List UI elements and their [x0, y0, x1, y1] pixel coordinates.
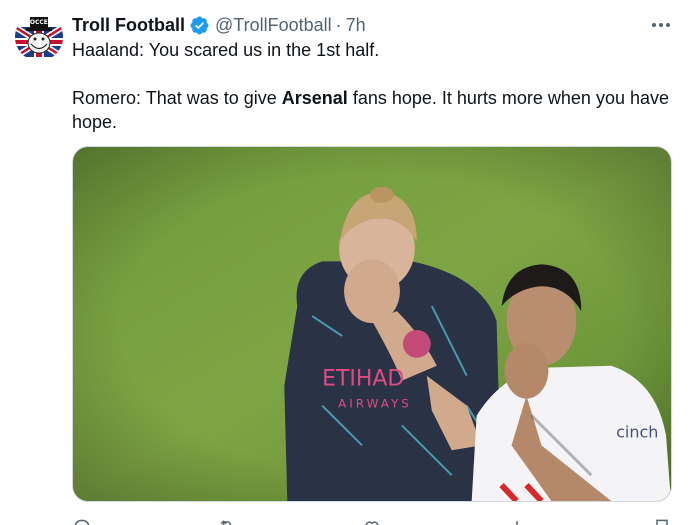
- svg-text:SOCCER: SOCCER: [26, 19, 53, 26]
- tweet[interactable]: SOCCER Troll Football @TrollFootball · 7…: [0, 0, 700, 525]
- bookmark-button[interactable]: [652, 512, 672, 525]
- tweet-photo[interactable]: ETIHAD AIRWAYS cinch: [72, 146, 672, 502]
- like-button[interactable]: [362, 512, 382, 525]
- svg-text:cinch: cinch: [616, 422, 658, 441]
- retweet-icon: [220, 520, 232, 525]
- more-options-icon[interactable]: [650, 15, 672, 35]
- author-name[interactable]: Troll Football: [72, 15, 185, 36]
- bold-arsenal: Arsenal: [281, 88, 348, 108]
- retweet-button[interactable]: [217, 512, 237, 525]
- tweet-text: Haaland: You scared us in the 1st half. …: [72, 38, 672, 134]
- tweet-header: Troll Football @TrollFootball · 7h: [72, 13, 366, 37]
- author-handle[interactable]: @TrollFootball: [215, 15, 332, 36]
- tweet-actions: [72, 512, 672, 525]
- reply-icon: [74, 519, 90, 525]
- like-icon: [365, 521, 379, 525]
- svg-text:AIRWAYS: AIRWAYS: [338, 397, 412, 411]
- reply-button[interactable]: [72, 512, 92, 525]
- bookmark-icon: [656, 519, 668, 525]
- svg-text:ETIHAD: ETIHAD: [322, 367, 404, 392]
- author-avatar[interactable]: SOCCER: [15, 13, 63, 61]
- tweet-text-line-1: Haaland: You scared us in the 1st half.: [72, 40, 380, 60]
- tweet-timestamp[interactable]: 7h: [346, 15, 366, 36]
- verified-badge-icon: [190, 16, 209, 34]
- tweet-text-line-2: Romero: That was to give Arsenal fans ho…: [72, 88, 669, 132]
- views-icon: [516, 521, 518, 525]
- views-button[interactable]: [507, 512, 527, 525]
- separator-dot: ·: [335, 14, 342, 35]
